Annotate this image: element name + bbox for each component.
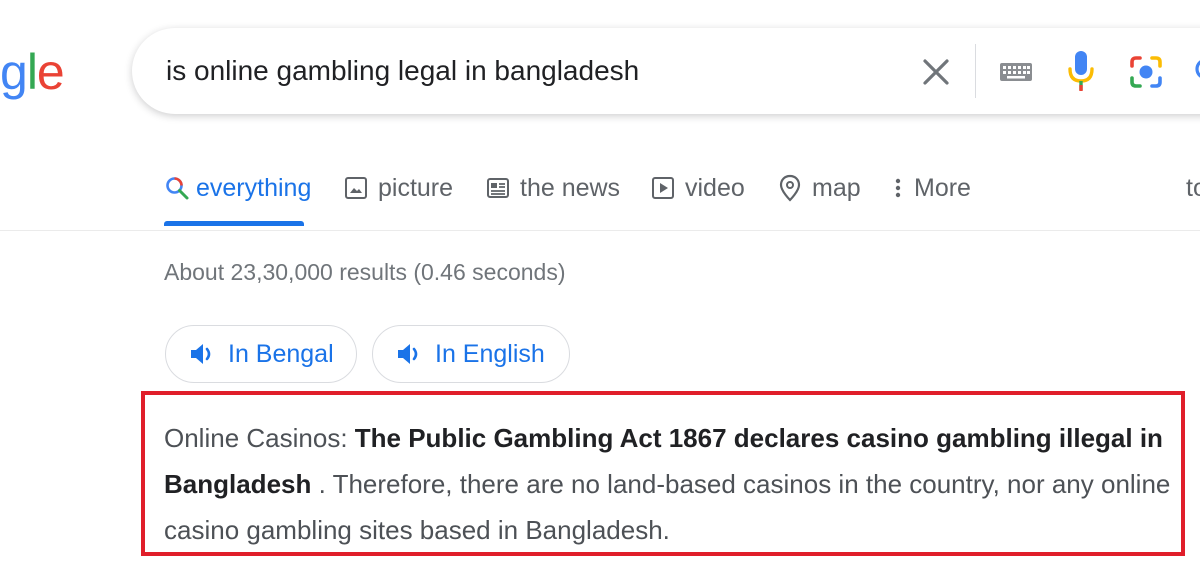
tools-tab[interactable]: to: [1186, 166, 1200, 210]
tabs-divider: [0, 230, 1200, 231]
keyboard-button[interactable]: [998, 56, 1034, 88]
keyboard-icon: [1000, 63, 1032, 81]
tab-label: the news: [520, 174, 621, 202]
tab-label: map: [812, 174, 861, 202]
search-icon: [164, 166, 190, 210]
tab-label: video: [685, 174, 745, 202]
speaker-icon: [398, 344, 418, 364]
logo-letter-e: e: [36, 44, 65, 100]
close-icon: [923, 59, 949, 85]
snippet-rest: . Therefore, there are no land-based cas…: [164, 469, 1171, 545]
tab-map[interactable]: map: [778, 166, 861, 226]
tab-picture[interactable]: picture: [344, 166, 453, 226]
tab-label: everything: [196, 174, 312, 202]
clear-button[interactable]: [918, 54, 954, 90]
logo-letter-l: l: [26, 44, 38, 100]
tab-more[interactable]: More: [894, 166, 971, 226]
search-tabs: everything picture the news video map Mo…: [164, 166, 1200, 230]
chip-in-bengal[interactable]: In Bengal: [165, 325, 357, 383]
camera-lens-icon: [1130, 56, 1162, 88]
speaker-icon: [191, 344, 211, 364]
tab-label: More: [914, 174, 971, 202]
snippet-prefix: Online Casinos:: [164, 423, 355, 453]
search-box[interactable]: is online gambling legal in bangladesh: [132, 28, 1200, 114]
results-stats: About 23,30,000 results (0.46 seconds): [164, 259, 566, 285]
tab-video[interactable]: video: [651, 166, 745, 226]
search-icon: [1195, 60, 1200, 78]
chip-label: In English: [435, 339, 545, 368]
search-divider: [975, 44, 976, 98]
microphone-icon: [1068, 51, 1094, 91]
search-button[interactable]: [1190, 56, 1200, 88]
tab-everything[interactable]: everything: [164, 166, 311, 226]
tab-label: picture: [378, 174, 454, 202]
featured-snippet: Online Casinos: The Public Gambling Act …: [164, 415, 1184, 553]
chip-label: In Bengal: [228, 339, 334, 368]
voice-search-button[interactable]: [1066, 48, 1096, 94]
logo-letter-g: g: [0, 44, 28, 100]
search-input[interactable]: is online gambling legal in bangladesh: [166, 52, 639, 90]
google-logo[interactable]: gle: [0, 42, 65, 102]
image-search-button[interactable]: [1128, 54, 1164, 90]
image-icon: [344, 166, 372, 210]
play-icon: [651, 166, 679, 210]
more-vert-icon: [894, 166, 908, 210]
chip-in-english[interactable]: In English: [372, 325, 570, 383]
tab-news[interactable]: the news: [486, 166, 620, 226]
newspaper-icon: [486, 166, 514, 210]
map-pin-icon: [778, 166, 806, 210]
